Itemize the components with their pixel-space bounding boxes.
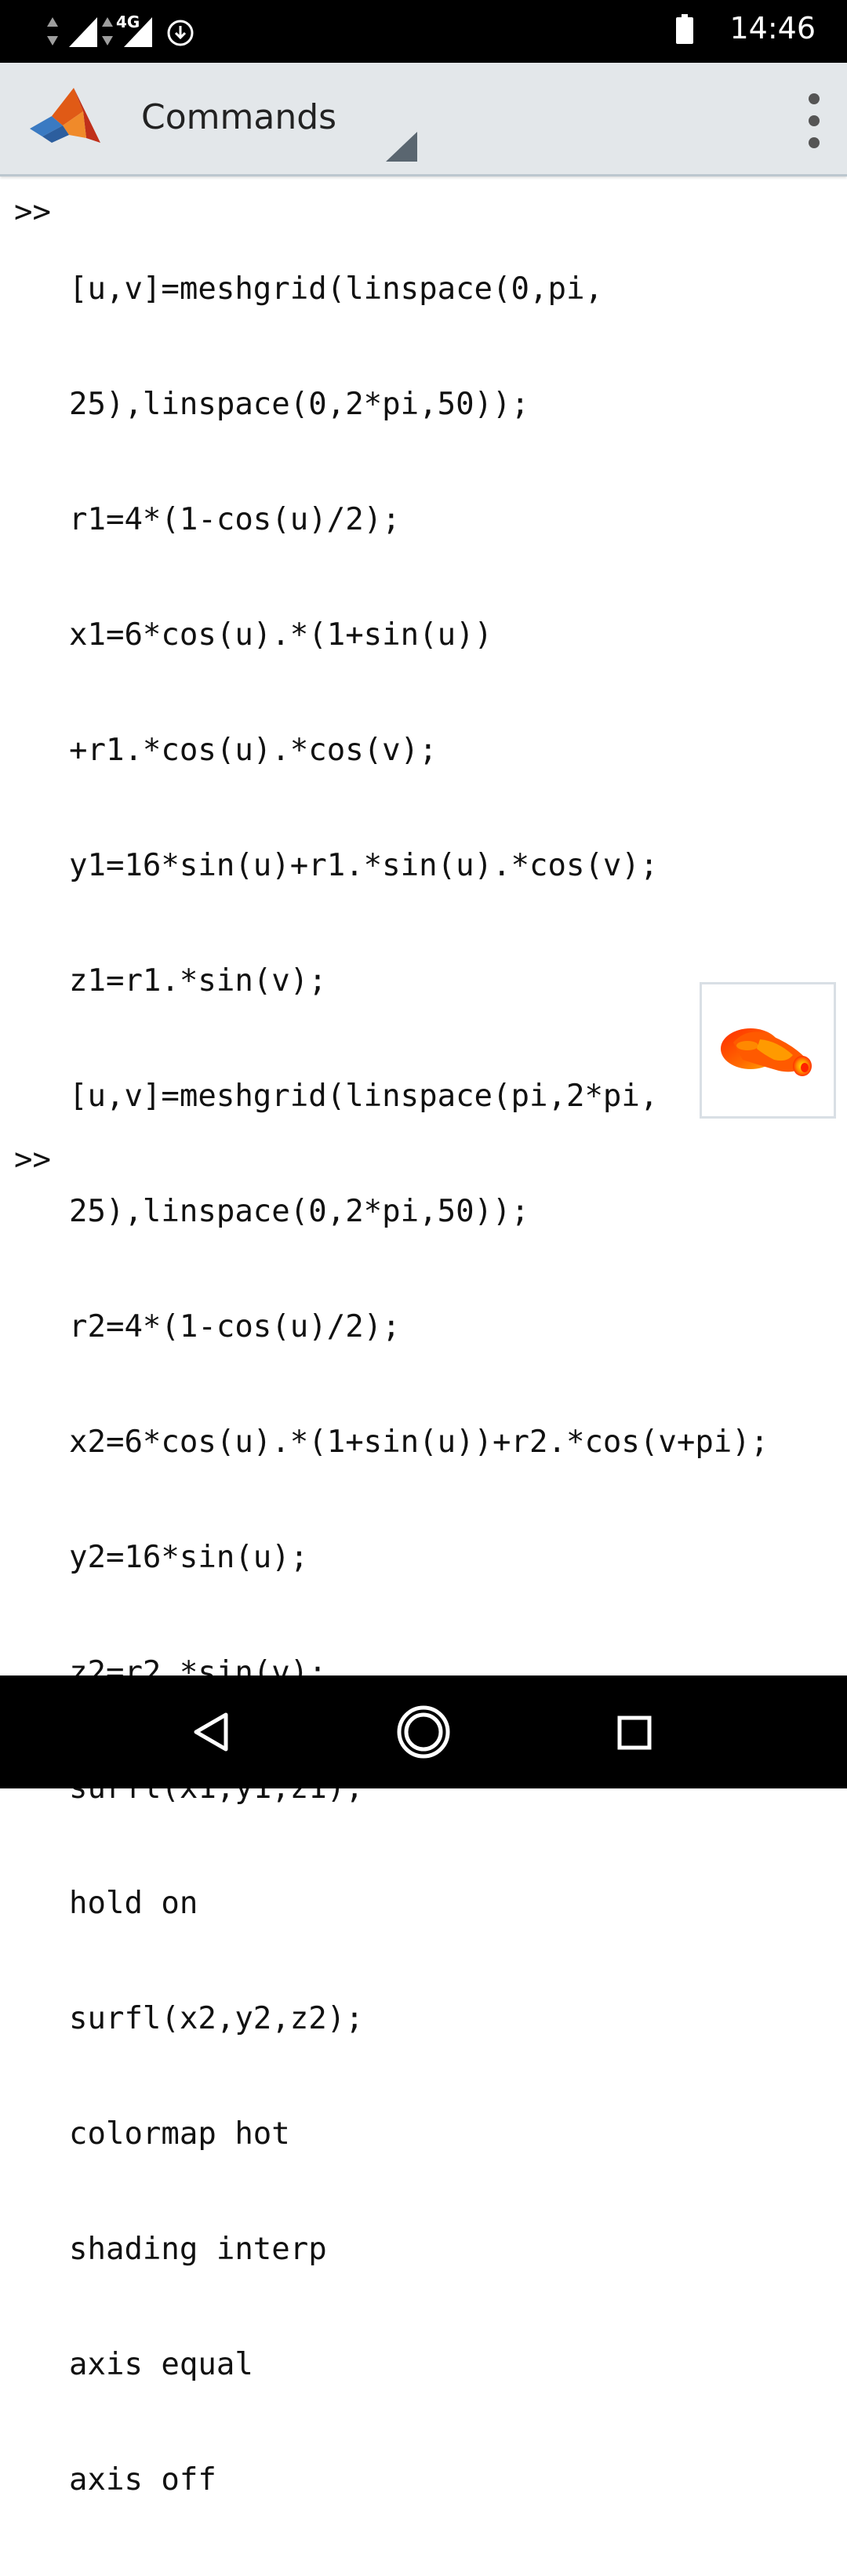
app-toolbar: Commands (0, 63, 847, 176)
signal-strength-icon (124, 17, 152, 47)
code-line: x1=6*cos(u).*(1+sin(u)) (69, 617, 493, 653)
home-icon[interactable] (395, 1704, 452, 1760)
command-prompt[interactable]: >> (14, 1142, 51, 1177)
code-line: r2=4*(1-cos(u)/2); (69, 1309, 401, 1344)
code-line: x2=6*cos(u).*(1+sin(u))+r2.*cos(v+pi); (69, 1424, 769, 1460)
code-line: axis off (69, 2462, 216, 2498)
code-line: 25),linspace(0,2*pi,50)); (69, 1194, 529, 1229)
data-activity-icon (47, 17, 58, 45)
download-status-icon (167, 20, 194, 46)
page-title[interactable]: Commands (141, 97, 336, 137)
code-line: hold on (69, 1886, 198, 1921)
clock: 14:46 (729, 11, 816, 45)
klein-bottle-figure-icon (721, 1028, 812, 1076)
recents-icon[interactable] (616, 1715, 653, 1751)
code-line: axis equal (69, 2347, 253, 2382)
code-line: +r1.*cos(u).*cos(v); (69, 733, 438, 768)
dropdown-triangle-icon[interactable] (386, 132, 417, 162)
command-prompt: >> (14, 195, 51, 230)
status-bar: 4G 14:46 (0, 0, 847, 63)
data-activity-icon (102, 17, 113, 45)
code-line: r1=4*(1-cos(u)/2); (69, 502, 401, 537)
code-line: surfl(x2,y2,z2); (69, 2001, 364, 2036)
code-line: [u,v]=meshgrid(linspace(0,pi, (69, 271, 603, 307)
command-console[interactable]: >> [u,v]=meshgrid(linspace(0,pi, 25),lin… (0, 193, 847, 2498)
battery-icon (676, 14, 693, 44)
matlab-logo-icon[interactable] (28, 80, 104, 155)
command-block: >> [u,v]=meshgrid(linspace(0,pi, 25),lin… (0, 193, 847, 2576)
signal-strength-icon (69, 17, 97, 47)
code-line: y1=16*sin(u)+r1.*sin(u).*cos(v); (69, 848, 659, 883)
code-line: 25),linspace(0,2*pi,50)); (69, 387, 529, 422)
overflow-menu-icon[interactable] (803, 89, 825, 152)
code-line: shading interp (69, 2232, 327, 2267)
figure-thumbnail[interactable] (700, 982, 836, 1119)
code-line: colormap hot (69, 2116, 290, 2152)
code-line: y2=16*sin(u); (69, 1540, 309, 1575)
navigation-bar (0, 1675, 847, 1788)
back-icon[interactable] (191, 1712, 231, 1752)
command-text: [u,v]=meshgrid(linspace(0,pi, 25),linspa… (69, 193, 847, 2576)
